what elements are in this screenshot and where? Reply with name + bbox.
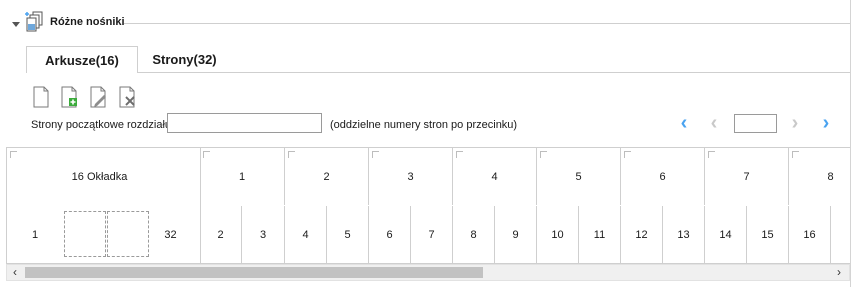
- sheet-cell[interactable]: 8: [789, 148, 850, 205]
- page-cell[interactable]: 9: [495, 206, 537, 263]
- window-border: [850, 0, 851, 287]
- sheet-cell[interactable]: 2: [285, 148, 369, 205]
- page-cell[interactable]: [831, 206, 850, 263]
- cover-separator: [192, 148, 201, 263]
- page-number-input[interactable]: [734, 114, 777, 133]
- scroll-right-icon[interactable]: ›: [833, 265, 845, 280]
- last-page-icon[interactable]: ›: [818, 113, 834, 133]
- chapter-start-hint: (oddzielne numery stron po przecinku): [330, 119, 518, 131]
- previous-page-icon[interactable]: ‹: [706, 113, 722, 133]
- tab-sheets-label: Arkusze(16): [45, 52, 119, 68]
- blank-page[interactable]: [107, 211, 149, 257]
- chapter-start-label: Strony początkowe rozdziału:: [31, 119, 175, 131]
- next-page-icon[interactable]: ›: [787, 113, 803, 133]
- page-cell[interactable]: 13: [663, 206, 705, 263]
- sheet-cell[interactable]: 16 Okładka: [7, 148, 193, 205]
- first-page-icon[interactable]: ‹: [676, 113, 692, 133]
- tab-sheets[interactable]: Arkusze(16): [26, 46, 138, 73]
- page-cell[interactable]: 32: [149, 206, 193, 263]
- page-cell[interactable]: 14: [705, 206, 747, 263]
- new-sheet-icon[interactable]: [31, 86, 51, 108]
- page-cell[interactable]: 6: [369, 206, 411, 263]
- tab-pages[interactable]: Strony(32): [137, 46, 232, 72]
- page-cell[interactable]: 3: [242, 206, 285, 263]
- sheet-cell[interactable]: 7: [705, 148, 789, 205]
- page-cell[interactable]: 16: [789, 206, 831, 263]
- sheet-cell[interactable]: 5: [537, 148, 621, 205]
- delete-sheet-icon[interactable]: [117, 86, 137, 108]
- sheet-cell[interactable]: 1: [200, 148, 285, 205]
- collapse-toggle[interactable]: [12, 22, 20, 27]
- page-cell[interactable]: 5: [327, 206, 369, 263]
- sheet-cell[interactable]: 3: [369, 148, 453, 205]
- page-cell[interactable]: 15: [747, 206, 789, 263]
- edit-sheet-icon[interactable]: [88, 86, 108, 108]
- page-cell[interactable]: 7: [411, 206, 453, 263]
- scroll-left-icon[interactable]: ‹: [9, 265, 21, 280]
- blank-page[interactable]: [64, 211, 106, 257]
- horizontal-scrollbar[interactable]: ‹ ›: [6, 264, 850, 281]
- page-cell[interactable]: 10: [537, 206, 579, 263]
- page-cell[interactable]: 11: [579, 206, 621, 263]
- section-divider: [124, 23, 850, 24]
- tab-panel: [26, 72, 850, 143]
- sheet-cell[interactable]: 4: [453, 148, 537, 205]
- page-cell[interactable]: 12: [621, 206, 663, 263]
- page-cell[interactable]: 2: [200, 206, 242, 263]
- sheet-grid: 16 Okładka 1 2 3 4 5 6 7 8 1 32 2 3 4 5 …: [6, 147, 850, 264]
- section-title: Różne nośniki: [50, 16, 125, 28]
- tab-pages-label: Strony(32): [152, 51, 217, 67]
- mixed-media-icon: [25, 11, 43, 32]
- page-cell[interactable]: 1: [7, 206, 63, 263]
- page-cell[interactable]: 4: [285, 206, 327, 263]
- scrollbar-thumb[interactable]: [25, 267, 483, 278]
- page-cell[interactable]: 8: [453, 206, 495, 263]
- chapter-start-input[interactable]: [167, 113, 322, 133]
- add-sheet-icon[interactable]: [59, 86, 79, 108]
- sheet-cell[interactable]: 6: [621, 148, 705, 205]
